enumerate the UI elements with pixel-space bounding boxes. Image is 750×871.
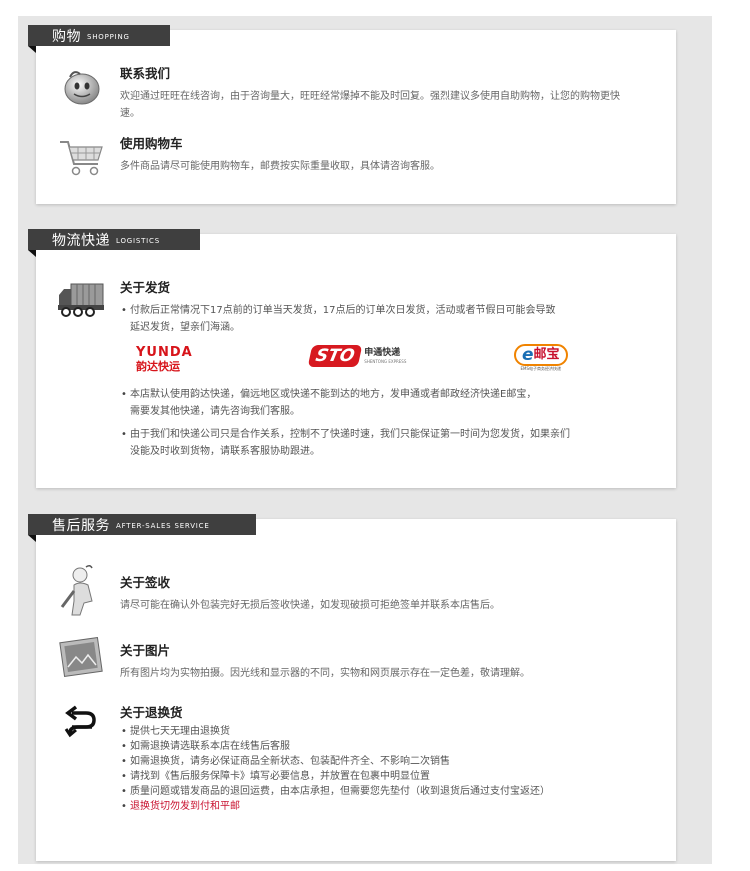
section-title-en: AFTER-SALES SERVICE [116,521,210,530]
item-title: 联系我们 [120,66,171,81]
shipping-bullet-1: 付款后正常情况下17点前的订单当天发货，17点后的订单次日发货，活动或者节假日可… [120,302,656,336]
photo-icon [56,636,108,681]
section-tab-logistics: 物流快递 LOGISTICS [28,229,200,257]
item-title: 关于退换货 [120,705,183,720]
bullet-line: 没能及时收到货物，请联系客服协助跟进。 [130,446,320,457]
item-title: 关于发货 [120,280,171,295]
ems-logo: e 邮宝 EMS电子商务经济快递 [514,344,568,372]
shopping-section: 购物 SHOPPING 联系我们 欢迎通过旺旺在线咨询，由于咨询量大，旺旺经常爆… [28,25,676,204]
person-signing-icon [56,563,108,621]
section-title-en: LOGISTICS [116,236,160,245]
yunda-logo: YUNDA 韵达快运 [136,345,193,374]
item-text: 所有图片均为实物拍摄。因光线和显示器的不同，实物和网页展示存在一定色差，敬请理解… [120,668,530,679]
section-title-zh: 物流快递 [52,232,110,249]
returns-bullet-3: 如需退换货，请务必保证商品全新状态、包装配件齐全、不影响二次销售 [120,754,656,769]
shopping-cart-item: 使用购物车 多件商品请尽可能使用购物车，邮费按实际重量收取，具体请咨询客服。 [56,136,656,182]
returns-warning: 退换货切勿发到付和平邮 [120,799,656,814]
contact-us-item: 联系我们 欢迎通过旺旺在线咨询，由于咨询量大，旺旺经常爆掉不能及时回复。强烈建议… [56,66,656,122]
shipping-bullet-3: 由于我们和快递公司只是合作关系，控制不了快递时速，我们只能保证第一时间为您发货，… [120,426,656,460]
ems-logo-sub: EMS电子商务经济快递 [520,366,562,371]
returns-item: 关于退换货 提供七天无理由退换货 如需退换请选联系本店在线售后客服 如需退换货，… [56,705,656,835]
returns-bullet-5: 质量问题或错发商品的退回运费，由本店承担，但需要您先垫付（收到退货后通过支付宝返… [120,784,656,799]
item-title: 关于签收 [120,575,171,590]
returns-bullet-2: 如需退换请选联系本店在线售后客服 [120,739,656,754]
section-title-zh: 售后服务 [52,517,110,534]
shipping-item: 关于发货 付款后正常情况下17点前的订单当天发货，17点后的订单次日发货，活动或… [56,280,656,480]
signing-item: 关于签收 请尽可能在确认外包装完好无损后签收快递，如发现破损可拒绝签单并联系本店… [56,563,656,623]
delivery-truck-icon [56,280,108,324]
item-title: 关于图片 [120,643,171,658]
bullet-line: 本店默认使用韵达快递，偏远地区或快递不能到达的地方，发申通或者邮政经济快递E邮宝… [130,389,537,400]
yunda-logo-text: YUNDA [136,345,193,360]
item-text: 多件商品请尽可能使用购物车，邮费按实际重量收取，具体请咨询客服。 [120,161,440,172]
ems-logo-e: e [522,345,534,365]
chat-bubble-icon [56,66,108,110]
section-title-zh: 购物 [52,28,81,45]
returns-bullet-1: 提供七天无理由退换货 [120,724,656,739]
sto-logo: STO 申通快递 SHENTONG EXPRESS [307,345,407,367]
item-title: 使用购物车 [120,136,183,151]
shipping-bullet-2: 本店默认使用韵达快递，偏远地区或快递不能到达的地方，发申通或者邮政经济快递E邮宝… [120,386,656,420]
ems-logo-zh: 邮宝 [533,347,560,362]
yunda-logo-zh: 韵达快运 [136,360,180,373]
bullet-line: 由于我们和快递公司只是合作关系，控制不了快递时速，我们只能保证第一时间为您发货，… [130,429,570,440]
section-tab-shopping: 购物 SHOPPING [28,25,170,53]
section-title-en: SHOPPING [87,32,130,41]
sto-logo-zh: 申通快递 [364,347,401,358]
sto-logo-text: STO [307,345,363,367]
bullet-line: 延迟发货，望亲们海涵。 [130,322,240,333]
shopping-cart-icon [56,136,108,180]
item-text: 请尽可能在确认外包装完好无损后签收快递，如发现破损可拒绝签单并联系本店售后。 [120,600,500,611]
exchange-arrows-icon [56,705,108,749]
returns-bullet-4: 请找到《售后服务保障卡》填写必要信息，并放置在包裹中明显位置 [120,769,656,784]
sto-logo-sub: SHENTONG EXPRESS [364,358,407,364]
bullet-line: 付款后正常情况下17点前的订单当天发货，17点后的订单次日发货，活动或者节假日可… [130,305,556,316]
section-tab-after-sales: 售后服务 AFTER-SALES SERVICE [28,514,256,542]
bullet-line: 需要发其他快递，请先咨询我们客服。 [130,406,300,417]
courier-logos: YUNDA 韵达快运 STO 申通快递 SHENTONG EXPRESS e 邮… [120,340,656,384]
photos-item: 关于图片 所有图片均为实物拍摄。因光线和显示器的不同，实物和网页展示存在一定色差… [56,636,656,687]
after-sales-section: 售后服务 AFTER-SALES SERVICE 关于签收 请尽可能在确认外包装… [28,514,676,861]
logistics-section: 物流快递 LOGISTICS 关于发货 付款后正常情况下17点前的订单当天发货，… [28,229,676,488]
item-text: 欢迎通过旺旺在线咨询，由于咨询量大，旺旺经常爆掉不能及时回复。强烈建议多使用自助… [120,91,620,119]
